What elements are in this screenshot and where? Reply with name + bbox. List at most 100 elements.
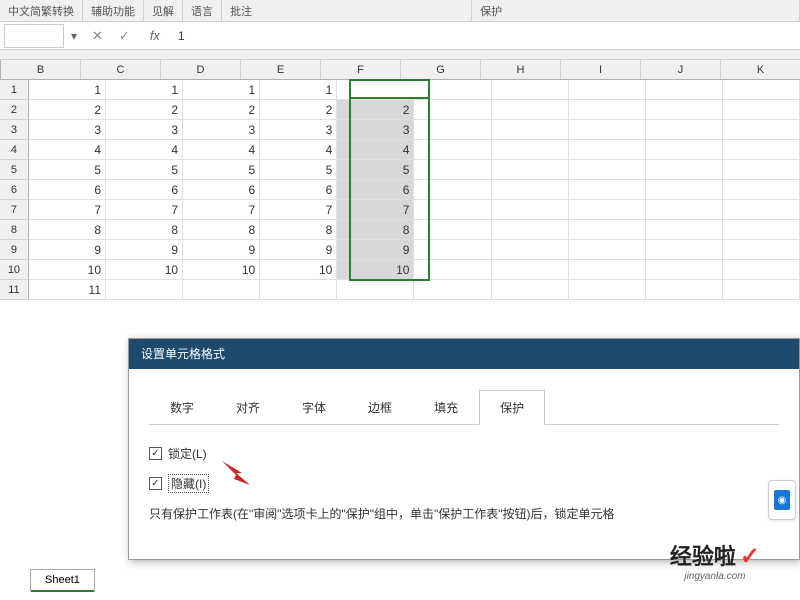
cell[interactable]: 3 — [183, 120, 260, 140]
cell[interactable]: 3 — [29, 120, 106, 140]
cell[interactable]: 1 — [260, 80, 337, 100]
cell[interactable]: 3 — [106, 120, 183, 140]
cell[interactable]: 6 — [183, 180, 260, 200]
col-header-J[interactable]: J — [641, 60, 721, 79]
cell[interactable]: 9 — [29, 240, 106, 260]
cell[interactable] — [569, 180, 646, 200]
cell[interactable]: 9 — [337, 240, 414, 260]
row-header-2[interactable]: 2 — [0, 100, 29, 120]
cell[interactable] — [569, 240, 646, 260]
cell[interactable]: 1 — [29, 80, 106, 100]
cell[interactable] — [414, 220, 491, 240]
cell[interactable]: 3 — [260, 120, 337, 140]
cell[interactable]: 5 — [337, 160, 414, 180]
row-header-11[interactable]: 11 — [0, 280, 29, 300]
cell[interactable] — [492, 260, 569, 280]
cell[interactable]: 7 — [106, 200, 183, 220]
name-box[interactable] — [4, 24, 64, 48]
cell[interactable] — [337, 280, 414, 300]
ribbon-group-insights[interactable]: 见解 — [144, 0, 183, 22]
cell[interactable] — [646, 120, 723, 140]
cell[interactable] — [414, 280, 491, 300]
cell[interactable]: 6 — [106, 180, 183, 200]
cell[interactable] — [183, 280, 260, 300]
row-header-8[interactable]: 8 — [0, 220, 29, 240]
cell[interactable] — [414, 240, 491, 260]
cell[interactable]: 10 — [29, 260, 106, 280]
tab-protect[interactable]: 保护 — [479, 390, 545, 425]
cell[interactable] — [723, 80, 800, 100]
cell[interactable] — [723, 160, 800, 180]
cell[interactable]: 8 — [106, 220, 183, 240]
row-header-1[interactable]: 1 — [0, 80, 29, 100]
cell[interactable]: 9 — [106, 240, 183, 260]
col-header-D[interactable]: D — [161, 60, 241, 79]
cell[interactable] — [414, 260, 491, 280]
cell[interactable]: 3 — [337, 120, 414, 140]
formula-input[interactable]: 1 — [168, 29, 800, 43]
cell[interactable]: 7 — [260, 200, 337, 220]
cell[interactable]: 10 — [106, 260, 183, 280]
cell[interactable] — [723, 280, 800, 300]
cell[interactable] — [492, 120, 569, 140]
cell[interactable]: 8 — [337, 220, 414, 240]
cell[interactable] — [723, 200, 800, 220]
name-box-dropdown-icon[interactable]: ▾ — [68, 29, 80, 43]
cell[interactable] — [646, 220, 723, 240]
cell[interactable]: 7 — [29, 200, 106, 220]
cell[interactable]: 7 — [337, 200, 414, 220]
row-header-7[interactable]: 7 — [0, 200, 29, 220]
cell[interactable]: 4 — [106, 140, 183, 160]
cell[interactable] — [492, 280, 569, 300]
cell[interactable] — [646, 180, 723, 200]
cell[interactable] — [646, 200, 723, 220]
col-header-H[interactable]: H — [481, 60, 561, 79]
cell[interactable]: 5 — [260, 160, 337, 180]
side-mobile-button[interactable]: ◉ — [768, 480, 796, 520]
ribbon-group-protect[interactable]: 保护 — [472, 0, 800, 22]
cell[interactable] — [106, 280, 183, 300]
cell[interactable] — [646, 160, 723, 180]
row-header-9[interactable]: 9 — [0, 240, 29, 260]
tab-align[interactable]: 对齐 — [215, 390, 281, 425]
cell[interactable] — [414, 120, 491, 140]
cell[interactable] — [492, 100, 569, 120]
cell[interactable]: 4 — [29, 140, 106, 160]
spreadsheet-grid[interactable]: BCDEFGHIJK 11111122222233333344444455555… — [0, 60, 800, 300]
cell[interactable] — [569, 80, 646, 100]
cell[interactable]: 2 — [106, 100, 183, 120]
cell[interactable] — [492, 160, 569, 180]
cell[interactable]: 9 — [260, 240, 337, 260]
cell[interactable]: 4 — [183, 140, 260, 160]
col-header-E[interactable]: E — [241, 60, 321, 79]
col-header-I[interactable]: I — [561, 60, 641, 79]
ribbon-group-language[interactable]: 语言 — [183, 0, 222, 22]
cell[interactable] — [569, 160, 646, 180]
cell[interactable] — [723, 180, 800, 200]
col-header-F[interactable]: F — [321, 60, 401, 79]
cell[interactable] — [723, 140, 800, 160]
cell[interactable] — [414, 100, 491, 120]
cell[interactable] — [569, 100, 646, 120]
lock-checkbox[interactable]: ✓ — [149, 447, 162, 460]
cell[interactable] — [492, 240, 569, 260]
cell[interactable] — [414, 140, 491, 160]
cell[interactable]: 1 — [106, 80, 183, 100]
cancel-icon[interactable]: ✕ — [92, 28, 103, 44]
cell[interactable] — [414, 180, 491, 200]
cell[interactable]: 6 — [260, 180, 337, 200]
cell[interactable]: 8 — [260, 220, 337, 240]
cell[interactable] — [492, 220, 569, 240]
cell[interactable]: 5 — [29, 160, 106, 180]
cell[interactable] — [723, 120, 800, 140]
cell[interactable]: 6 — [29, 180, 106, 200]
cell[interactable]: 10 — [260, 260, 337, 280]
cell[interactable] — [414, 80, 491, 100]
fx-label[interactable]: fx — [150, 28, 160, 43]
cell[interactable] — [569, 260, 646, 280]
row-header-5[interactable]: 5 — [0, 160, 29, 180]
ribbon-group-accessibility[interactable]: 辅助功能 — [83, 0, 144, 22]
cell[interactable]: 10 — [183, 260, 260, 280]
cell[interactable]: 2 — [29, 100, 106, 120]
cell[interactable] — [414, 160, 491, 180]
